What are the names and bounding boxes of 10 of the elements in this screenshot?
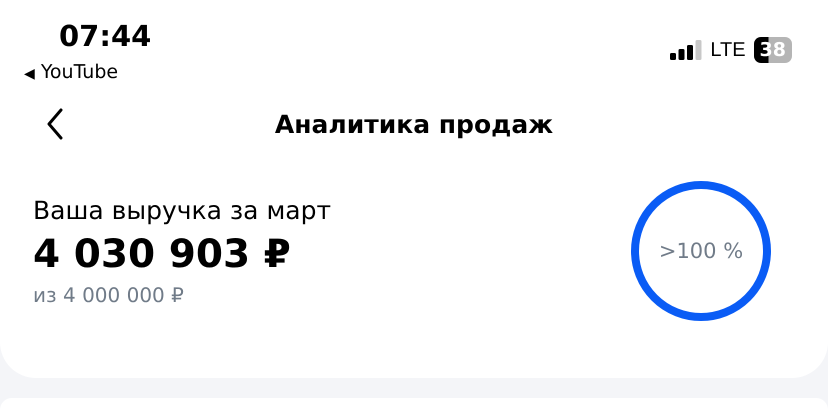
status-time: 07:44 [59, 18, 152, 55]
back-icon[interactable] [45, 108, 65, 140]
revenue-label: Ваша выручка за март [33, 195, 332, 227]
revenue-amount: 4 030 903 ₽ [33, 231, 292, 279]
progress-percent: >100 % [658, 239, 744, 263]
page-title: Аналитика продаж [274, 110, 554, 138]
revenue-target: из 4 000 000 ₽ [33, 282, 185, 309]
signal-icon [670, 40, 702, 60]
network-type: LTE [710, 38, 746, 62]
back-to-app-link[interactable]: ◀ YouTube [24, 60, 152, 86]
